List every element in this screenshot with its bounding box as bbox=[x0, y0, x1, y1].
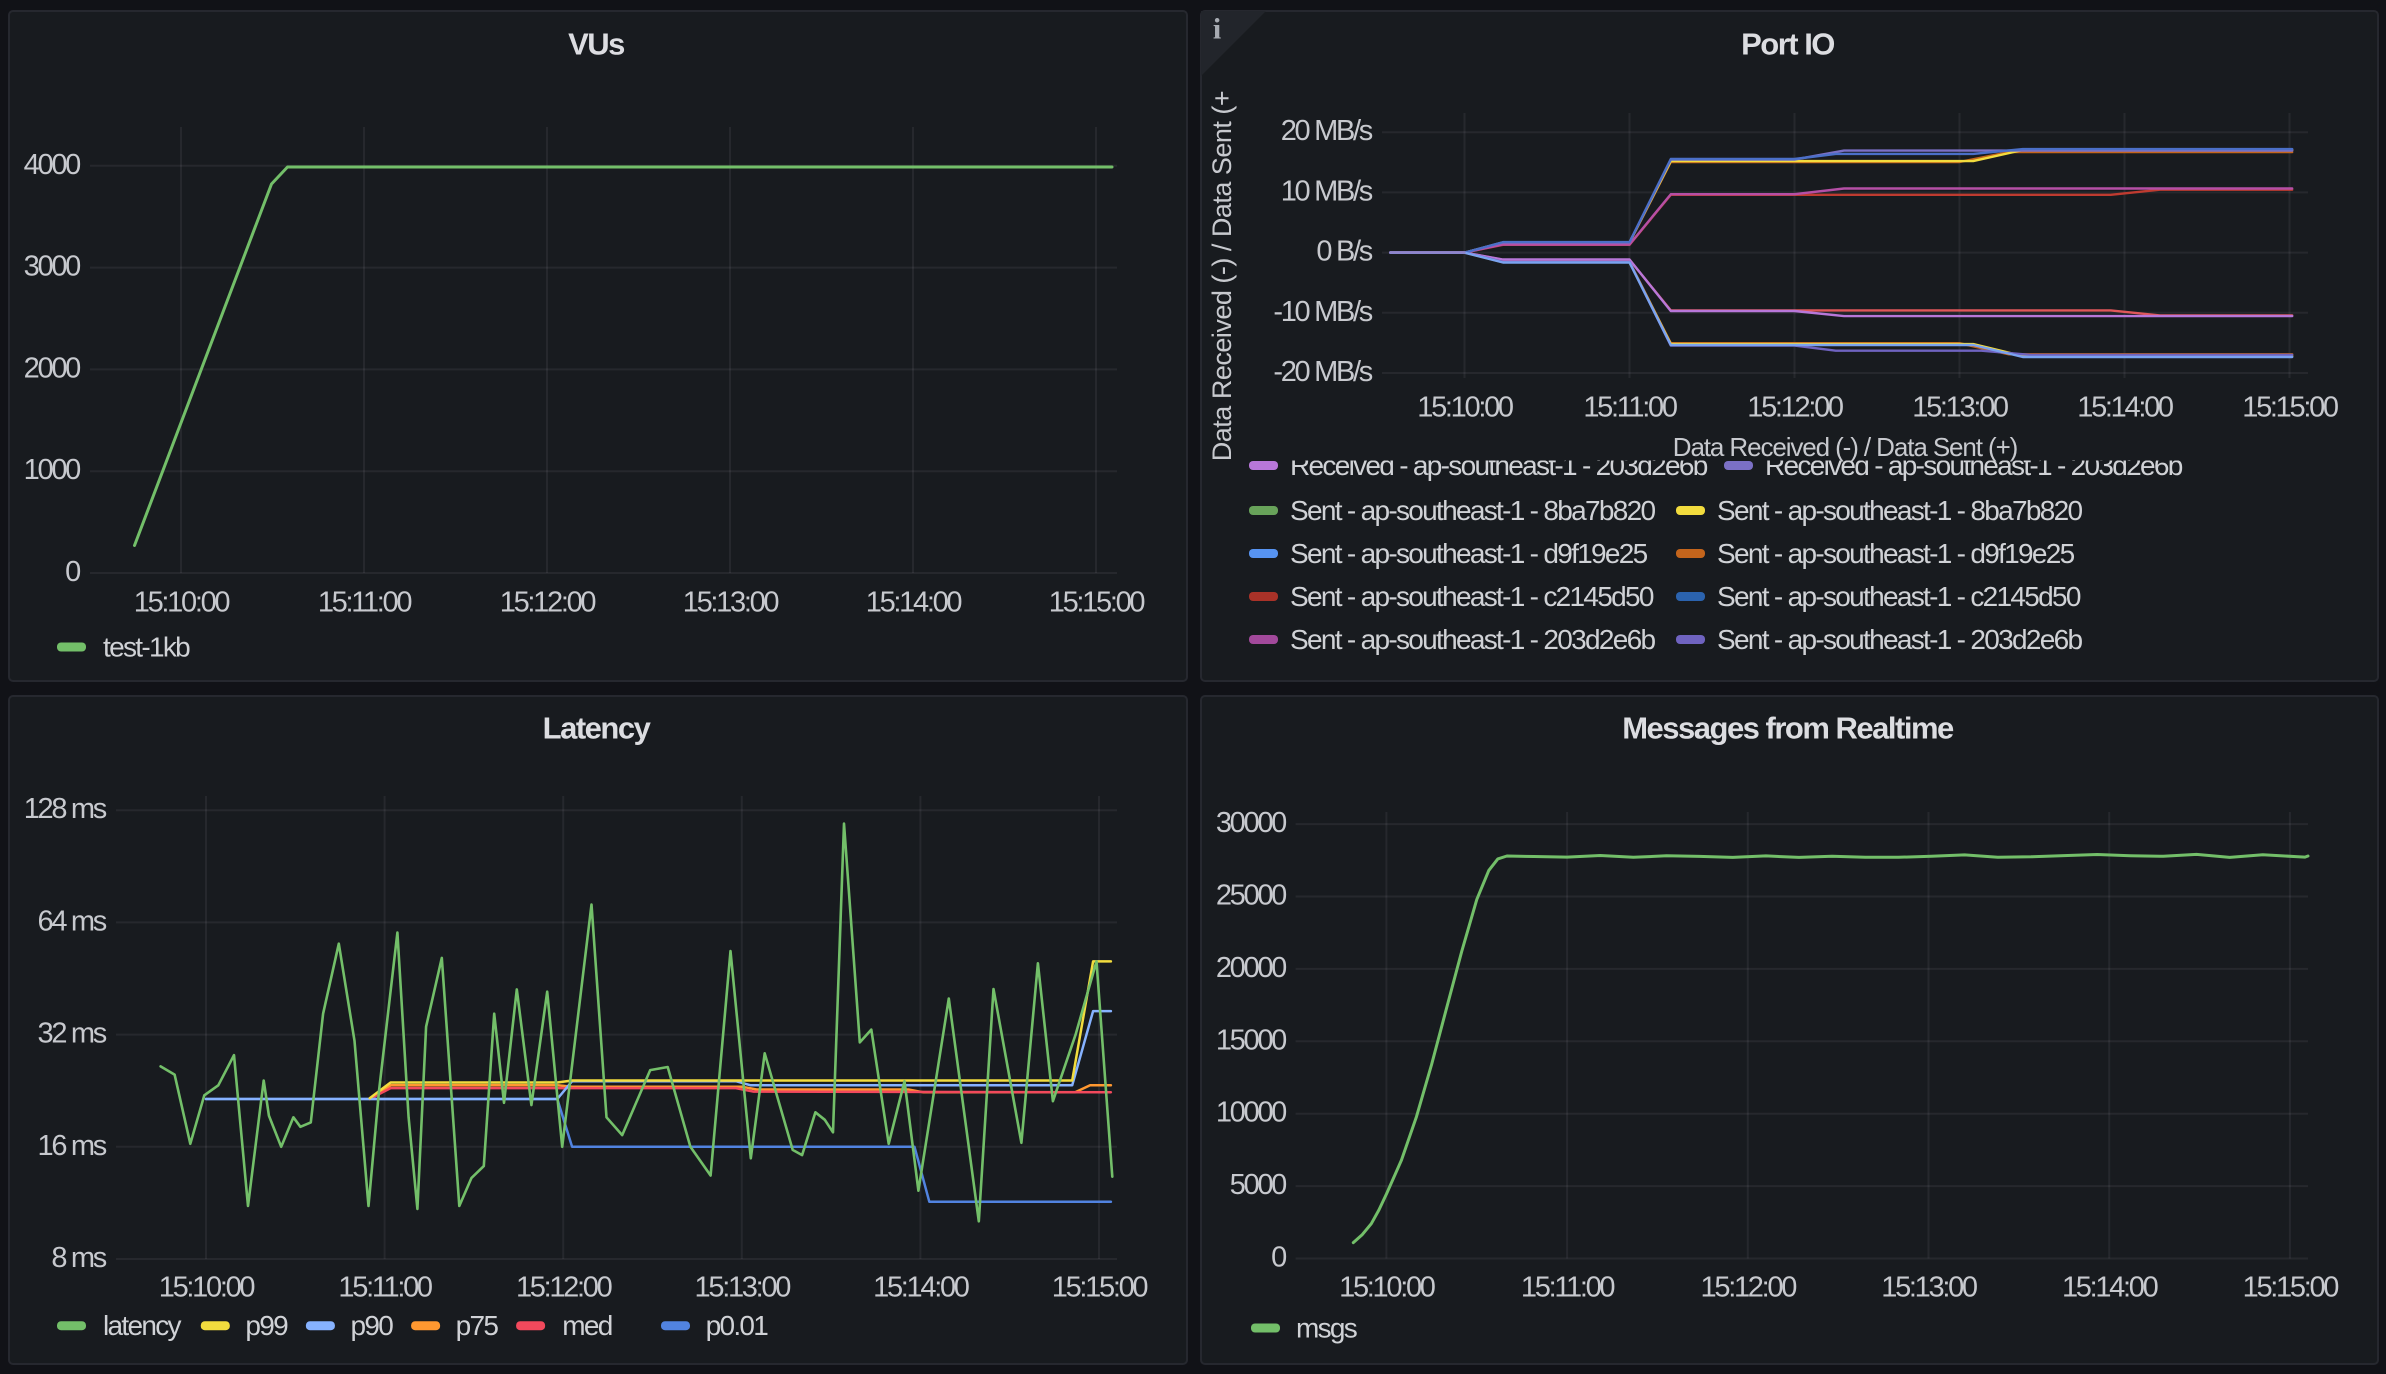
svg-text:5000: 5000 bbox=[1230, 1169, 1286, 1201]
svg-text:2000: 2000 bbox=[24, 352, 80, 384]
svg-text:0 B/s: 0 B/s bbox=[1316, 236, 1372, 268]
svg-text:16 ms: 16 ms bbox=[38, 1130, 107, 1162]
svg-text:Latency: Latency bbox=[543, 711, 652, 746]
svg-text:15:12:00: 15:12:00 bbox=[516, 1272, 612, 1304]
svg-text:latency: latency bbox=[103, 1310, 182, 1341]
svg-text:15:10:00: 15:10:00 bbox=[1417, 392, 1513, 424]
svg-text:15:14:00: 15:14:00 bbox=[866, 587, 962, 619]
svg-text:64 ms: 64 ms bbox=[38, 905, 107, 937]
svg-text:15:14:00: 15:14:00 bbox=[873, 1272, 969, 1304]
svg-text:15:10:00: 15:10:00 bbox=[134, 587, 230, 619]
svg-text:-20 MB/s: -20 MB/s bbox=[1273, 356, 1372, 388]
svg-text:15:11:00: 15:11:00 bbox=[318, 587, 412, 619]
svg-text:15:15:00: 15:15:00 bbox=[2243, 1272, 2339, 1304]
svg-text:15:12:00: 15:12:00 bbox=[1701, 1272, 1797, 1304]
svg-text:15:12:00: 15:12:00 bbox=[1747, 392, 1843, 424]
svg-text:8 ms: 8 ms bbox=[51, 1242, 106, 1274]
svg-text:4000: 4000 bbox=[24, 149, 80, 181]
svg-text:i: i bbox=[1213, 13, 1221, 46]
svg-text:15:14:00: 15:14:00 bbox=[2077, 392, 2173, 424]
svg-text:32 ms: 32 ms bbox=[38, 1018, 107, 1050]
svg-text:Sent - ap-southeast-1 - 8ba7b8: Sent - ap-southeast-1 - 8ba7b820 bbox=[1290, 495, 1655, 526]
svg-text:Sent - ap-southeast-1 - c2145d: Sent - ap-southeast-1 - c2145d50 bbox=[1717, 581, 2081, 612]
svg-text:Data Received (-) / Data Sent: Data Received (-) / Data Sent (+) bbox=[1673, 432, 2018, 462]
svg-text:0: 0 bbox=[65, 556, 80, 588]
svg-text:p90: p90 bbox=[351, 1310, 394, 1341]
svg-text:15:13:00: 15:13:00 bbox=[1881, 1272, 1977, 1304]
svg-text:15:10:00: 15:10:00 bbox=[159, 1272, 255, 1304]
svg-text:15:11:00: 15:11:00 bbox=[1583, 392, 1677, 424]
svg-text:msgs: msgs bbox=[1296, 1313, 1357, 1344]
svg-text:Sent - ap-southeast-1 - 8ba7b8: Sent - ap-southeast-1 - 8ba7b820 bbox=[1717, 495, 2082, 526]
svg-text:15:13:00: 15:13:00 bbox=[683, 587, 779, 619]
svg-text:25000: 25000 bbox=[1216, 880, 1286, 912]
svg-text:15:12:00: 15:12:00 bbox=[500, 587, 596, 619]
svg-text:15:10:00: 15:10:00 bbox=[1339, 1272, 1435, 1304]
svg-text:20000: 20000 bbox=[1216, 952, 1286, 984]
svg-text:15:13:00: 15:13:00 bbox=[695, 1272, 791, 1304]
svg-text:1000: 1000 bbox=[24, 454, 80, 486]
svg-text:10000: 10000 bbox=[1216, 1097, 1286, 1129]
svg-text:test-1kb: test-1kb bbox=[103, 632, 190, 663]
svg-text:-10 MB/s: -10 MB/s bbox=[1273, 296, 1372, 328]
svg-text:15:15:00: 15:15:00 bbox=[1049, 587, 1145, 619]
svg-text:Messages from Realtime: Messages from Realtime bbox=[1622, 711, 1954, 746]
svg-text:Sent - ap-southeast-1 - d9f19e: Sent - ap-southeast-1 - d9f19e25 bbox=[1290, 538, 1648, 569]
svg-text:15:11:00: 15:11:00 bbox=[1521, 1272, 1615, 1304]
svg-text:p0.01: p0.01 bbox=[706, 1310, 769, 1341]
svg-text:VUs: VUs bbox=[568, 27, 624, 62]
svg-text:Data Received (-) / Data Sent: Data Received (-) / Data Sent (+ bbox=[1207, 91, 1237, 461]
svg-text:15:11:00: 15:11:00 bbox=[338, 1272, 432, 1304]
svg-text:15:15:00: 15:15:00 bbox=[2242, 392, 2338, 424]
svg-text:30000: 30000 bbox=[1216, 807, 1286, 839]
svg-text:15000: 15000 bbox=[1216, 1024, 1286, 1056]
svg-text:med: med bbox=[562, 1310, 611, 1341]
svg-text:20 MB/s: 20 MB/s bbox=[1281, 115, 1373, 147]
svg-text:Port IO: Port IO bbox=[1741, 27, 1834, 62]
svg-text:p99: p99 bbox=[245, 1310, 288, 1341]
svg-text:p75: p75 bbox=[456, 1310, 499, 1341]
svg-text:Sent - ap-southeast-1 - d9f19e: Sent - ap-southeast-1 - d9f19e25 bbox=[1717, 538, 2075, 569]
svg-text:Received - ap-southeast-1 - 20: Received - ap-southeast-1 - 203d2e6b bbox=[1290, 450, 1708, 481]
svg-text:15:14:00: 15:14:00 bbox=[2062, 1272, 2158, 1304]
svg-text:3000: 3000 bbox=[24, 251, 80, 283]
svg-text:128 ms: 128 ms bbox=[24, 793, 107, 825]
svg-text:15:13:00: 15:13:00 bbox=[1912, 392, 2008, 424]
svg-text:10 MB/s: 10 MB/s bbox=[1281, 175, 1373, 207]
svg-text:Sent - ap-southeast-1 - 203d2e: Sent - ap-southeast-1 - 203d2e6b bbox=[1290, 624, 1655, 655]
svg-text:15:15:00: 15:15:00 bbox=[1052, 1272, 1148, 1304]
svg-text:Sent - ap-southeast-1 - 203d2e: Sent - ap-southeast-1 - 203d2e6b bbox=[1717, 624, 2082, 655]
svg-text:0: 0 bbox=[1271, 1242, 1286, 1274]
svg-text:Sent - ap-southeast-1 - c2145d: Sent - ap-southeast-1 - c2145d50 bbox=[1290, 581, 1654, 612]
